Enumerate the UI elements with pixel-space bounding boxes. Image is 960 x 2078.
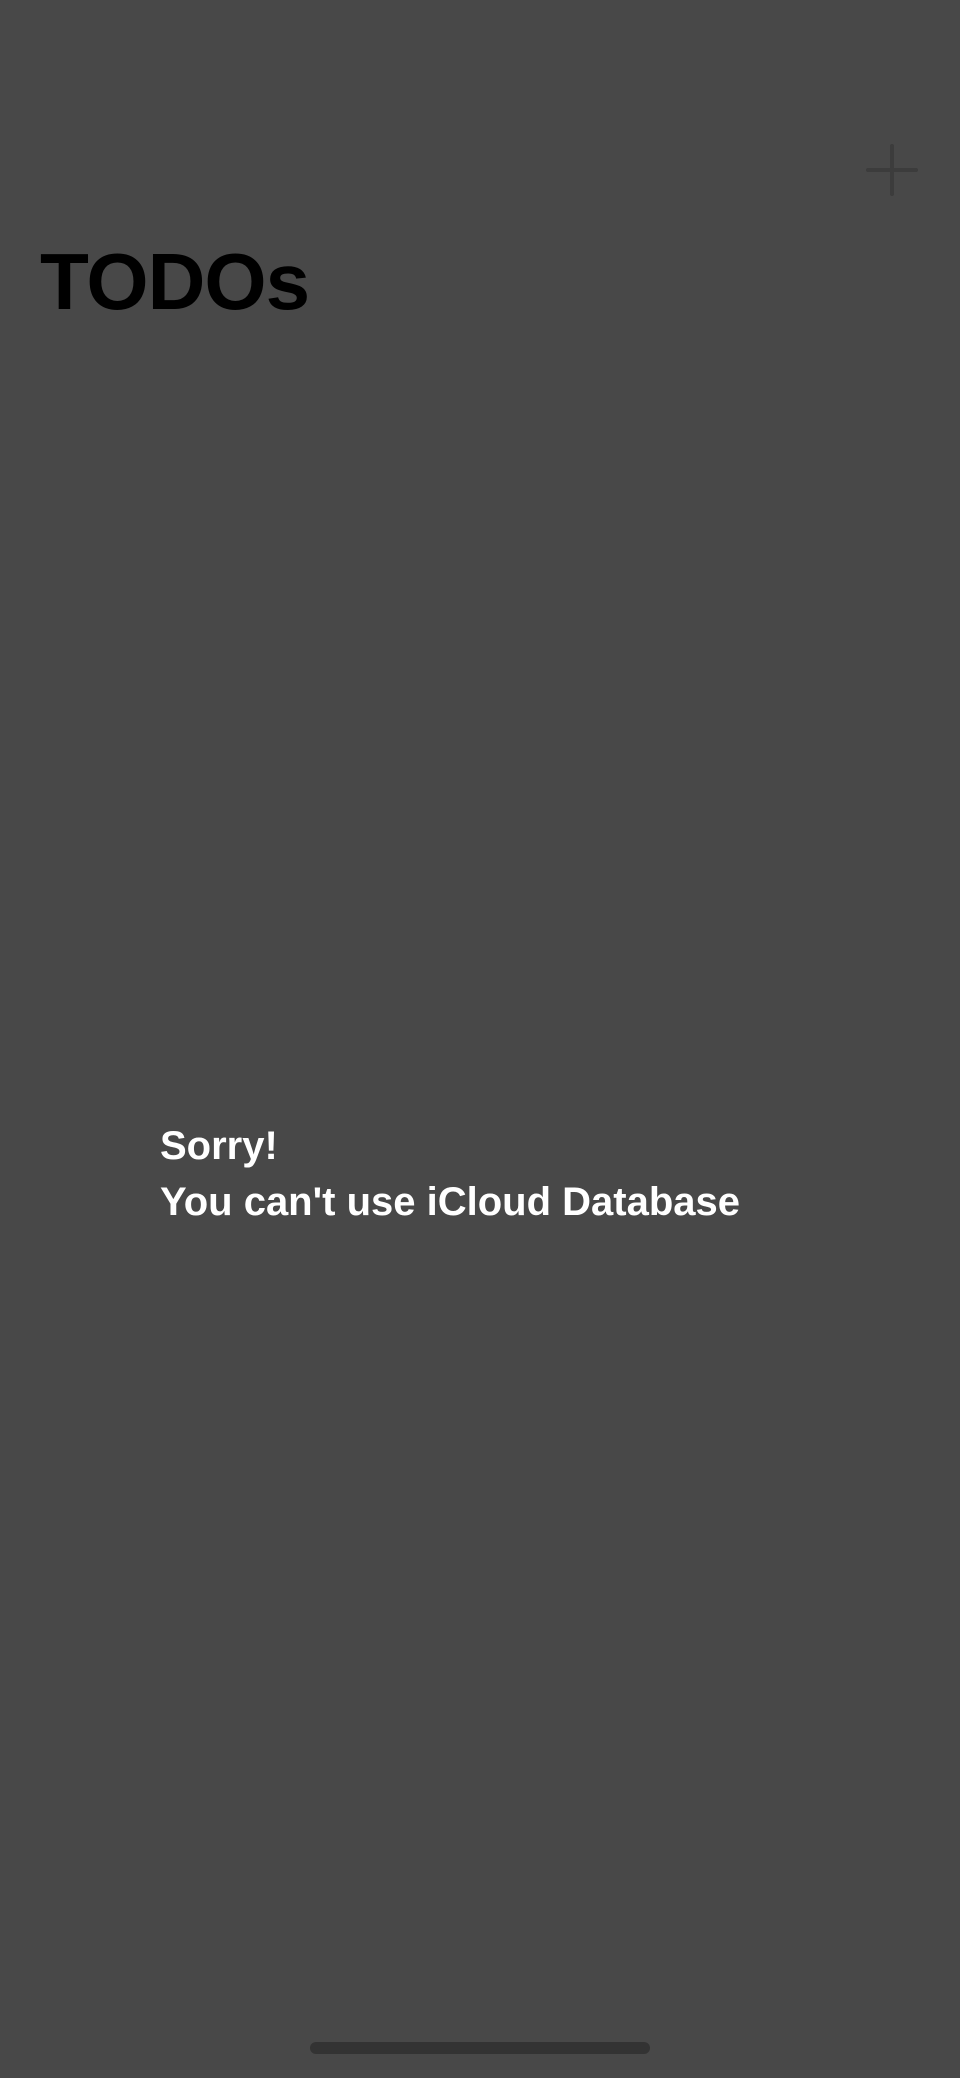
page-title: TODOs <box>40 237 310 326</box>
icloud-unavailable-message: Sorry! You can't use iCloud Database <box>160 1118 920 1230</box>
message-line-icloud: You can't use iCloud Database <box>160 1180 740 1224</box>
message-line-sorry: Sorry! <box>160 1124 278 1168</box>
home-indicator[interactable] <box>310 2042 650 2054</box>
navigation-bar: TODOs <box>0 0 960 340</box>
add-todo-button[interactable] <box>862 140 922 200</box>
plus-icon <box>866 144 918 196</box>
todo-screen: TODOs Sorry! You can't use iCloud Databa… <box>0 0 960 2078</box>
